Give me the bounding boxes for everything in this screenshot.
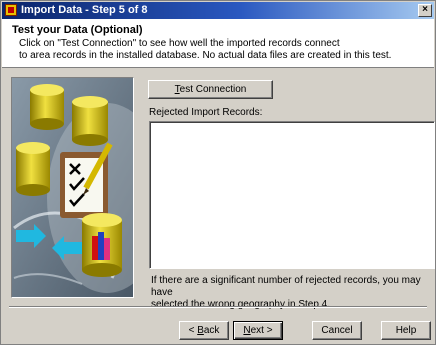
- cancel-button[interactable]: Cancel: [312, 321, 362, 340]
- back-button[interactable]: < Back: [179, 321, 229, 340]
- rejected-records-label: Rejected Import Records:: [149, 107, 263, 118]
- help-button[interactable]: Help: [381, 321, 431, 340]
- database-cylinder-3: [16, 142, 50, 196]
- test-connection-label: est Connection: [179, 84, 247, 95]
- database-cylinder-1: [30, 84, 64, 130]
- close-button[interactable]: ×: [418, 4, 432, 17]
- database-cylinder-4: [82, 213, 122, 277]
- import-data-dialog: Import Data - Step 5 of 8 × Test your Da…: [0, 0, 436, 345]
- note-line-2: selected the wrong geography in Step 4.: [151, 299, 331, 310]
- step-title: Test your Data (Optional): [12, 24, 143, 36]
- back-prefix: <: [188, 325, 198, 336]
- wizard-illustration: [11, 77, 134, 298]
- wizard-header: Test your Data (Optional) Click on "Test…: [2, 19, 434, 68]
- back-accelerator: B: [197, 325, 204, 336]
- checklist-clipboard-icon: [60, 142, 113, 218]
- step-description: Click on "Test Connection" to see how we…: [19, 38, 419, 62]
- next-label: ext >: [250, 325, 273, 336]
- test-connection-button[interactable]: Test Connection: [148, 80, 273, 99]
- app-icon: [5, 4, 17, 16]
- step-description-line-2: to area records in the installed databas…: [19, 50, 392, 61]
- step-description-line-1: Click on "Test Connection" to see how we…: [19, 38, 340, 49]
- note-line-1: If there are a significant number of rej…: [151, 275, 421, 298]
- rejected-records-list[interactable]: [149, 121, 435, 269]
- next-button[interactable]: Next >: [233, 321, 283, 340]
- database-cylinder-2: [72, 96, 108, 146]
- next-accelerator: N: [243, 325, 251, 336]
- title-bar[interactable]: Import Data - Step 5 of 8 ×: [2, 2, 434, 19]
- footer-separator: [9, 306, 427, 308]
- window-title: Import Data - Step 5 of 8: [21, 4, 148, 16]
- database-checklist-illustration: [12, 78, 133, 297]
- back-label: ack: [203, 325, 220, 336]
